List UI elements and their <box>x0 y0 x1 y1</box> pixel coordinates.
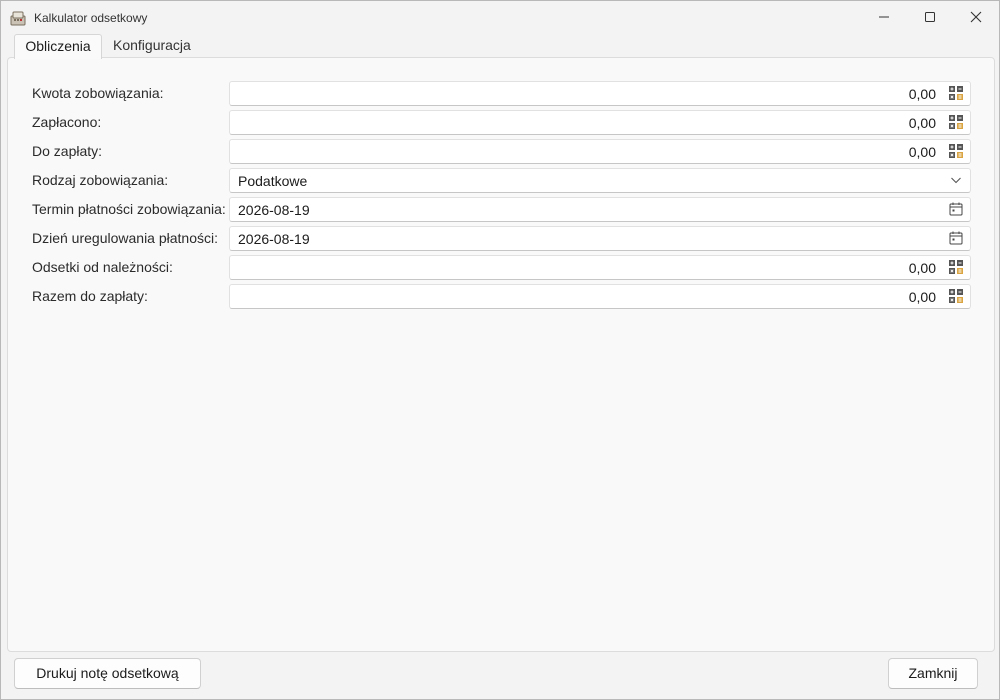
calculator-icon[interactable] <box>948 288 964 304</box>
calculator-icon[interactable] <box>948 85 964 101</box>
do-zaplaty-input[interactable]: 0,00 <box>229 139 971 164</box>
dzien-value: 2026-08-19 <box>238 231 310 247</box>
row-odsetki: Odsetki od należności: 0,00 <box>8 255 994 281</box>
tab-obliczenia[interactable]: Obliczenia <box>14 34 102 59</box>
razem-value: 0,00 <box>908 289 936 305</box>
row-kwota: Kwota zobowiązania: 0,00 <box>8 81 994 107</box>
tab-konfiguracja[interactable]: Konfiguracja <box>113 34 191 58</box>
app-window: Kalkulator odsetkowy Obliczenia Konfigur… <box>0 0 1000 700</box>
zaplacono-value: 0,00 <box>908 115 936 131</box>
close-button[interactable]: Zamknij <box>888 658 978 689</box>
zaplacono-label: Zapłacono: <box>32 114 102 130</box>
calculator-icon[interactable] <box>948 143 964 159</box>
minimize-button[interactable] <box>861 1 907 33</box>
kwota-value: 0,00 <box>908 86 936 102</box>
odsetki-input[interactable]: 0,00 <box>229 255 971 280</box>
row-dzien: Dzień uregulowania płatności: 2026-08-19 <box>8 226 994 252</box>
dzien-date-input[interactable]: 2026-08-19 <box>229 226 971 251</box>
row-termin: Termin płatności zobowiązania: 2026-08-1… <box>8 197 994 223</box>
row-razem: Razem do zapłaty: 0,00 <box>8 284 994 310</box>
razem-input[interactable]: 0,00 <box>229 284 971 309</box>
calculator-icon[interactable] <box>948 259 964 275</box>
calculation-panel: Kwota zobowiązania: 0,00 Zapłacono: 0,00 <box>7 57 995 652</box>
chevron-down-icon[interactable] <box>950 175 962 185</box>
zaplacono-input[interactable]: 0,00 <box>229 110 971 135</box>
termin-label: Termin płatności zobowiązania: <box>32 201 226 217</box>
title-bar[interactable]: Kalkulator odsetkowy <box>1 1 999 33</box>
calendar-icon[interactable] <box>948 201 964 217</box>
calculator-icon[interactable] <box>948 114 964 130</box>
odsetki-label: Odsetki od należności: <box>32 259 173 275</box>
app-icon <box>10 11 26 26</box>
do-zaplaty-value: 0,00 <box>908 144 936 160</box>
footer-bar: Drukuj notę odsetkową Zamknij <box>1 651 999 699</box>
rodzaj-label: Rodzaj zobowiązania: <box>32 172 169 188</box>
row-rodzaj: Rodzaj zobowiązania: Podatkowe <box>8 168 994 194</box>
maximize-button[interactable] <box>907 1 953 33</box>
razem-label: Razem do zapłaty: <box>32 288 148 304</box>
dzien-label: Dzień uregulowania płatności: <box>32 230 218 246</box>
termin-value: 2026-08-19 <box>238 202 310 218</box>
window-title: Kalkulator odsetkowy <box>34 11 148 25</box>
odsetki-value: 0,00 <box>908 260 936 276</box>
calendar-icon[interactable] <box>948 230 964 246</box>
do-zaplaty-label: Do zapłaty: <box>32 143 103 159</box>
row-zaplacono: Zapłacono: 0,00 <box>8 110 994 136</box>
row-do-zaplaty: Do zapłaty: 0,00 <box>8 139 994 165</box>
termin-date-input[interactable]: 2026-08-19 <box>229 197 971 222</box>
close-window-button[interactable] <box>953 1 999 33</box>
maximize-icon <box>925 12 935 22</box>
kwota-label: Kwota zobowiązania: <box>32 85 164 101</box>
rodzaj-value: Podatkowe <box>238 173 308 189</box>
minimize-icon <box>879 16 889 18</box>
close-icon <box>970 11 982 23</box>
print-interest-note-button[interactable]: Drukuj notę odsetkową <box>14 658 201 689</box>
kwota-input[interactable]: 0,00 <box>229 81 971 106</box>
rodzaj-select[interactable]: Podatkowe <box>229 168 971 193</box>
